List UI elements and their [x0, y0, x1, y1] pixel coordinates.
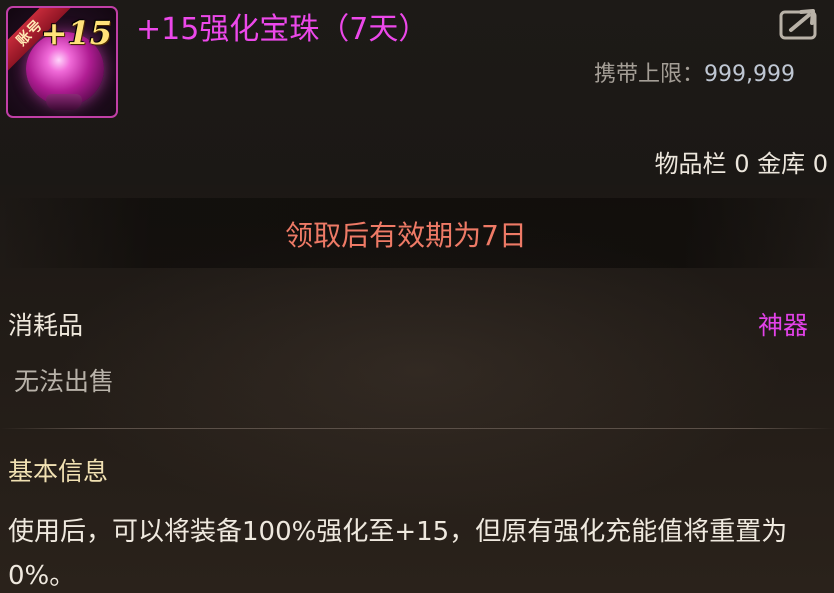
carry-limit-value: 999,999	[704, 62, 795, 87]
sale-status: 无法出售	[14, 367, 115, 396]
item-icon-frame: 账号 +15	[6, 6, 118, 118]
validity-text: 领取后有效期为7日	[285, 219, 527, 252]
item-description: 使用后，可以将装备100%强化至+15，但原有强化充能值将重置为0%。	[8, 517, 788, 591]
share-export-icon[interactable]	[779, 6, 823, 40]
enhance-level-label: +15	[40, 14, 112, 52]
tooltip-header: 账号 +15 +15强化宝珠（7天） 携带上限：999,999 物品栏 0 金库…	[0, 0, 834, 185]
item-name: +15强化宝珠（7天）	[136, 12, 429, 47]
item-tooltip: 账号 +15 +15强化宝珠（7天） 携带上限：999,999 物品栏 0 金库…	[0, 0, 834, 593]
storage-counts: 物品栏 0 金库 0	[654, 150, 828, 178]
orb-base	[46, 94, 82, 110]
carry-limit-label: 携带上限：	[594, 62, 705, 87]
item-grade: 神器	[757, 311, 808, 340]
basic-info-title: 基本信息	[8, 457, 109, 486]
section-divider	[0, 428, 834, 429]
carry-limit: 携带上限：999,999	[594, 56, 795, 88]
item-category: 消耗品	[8, 311, 84, 340]
